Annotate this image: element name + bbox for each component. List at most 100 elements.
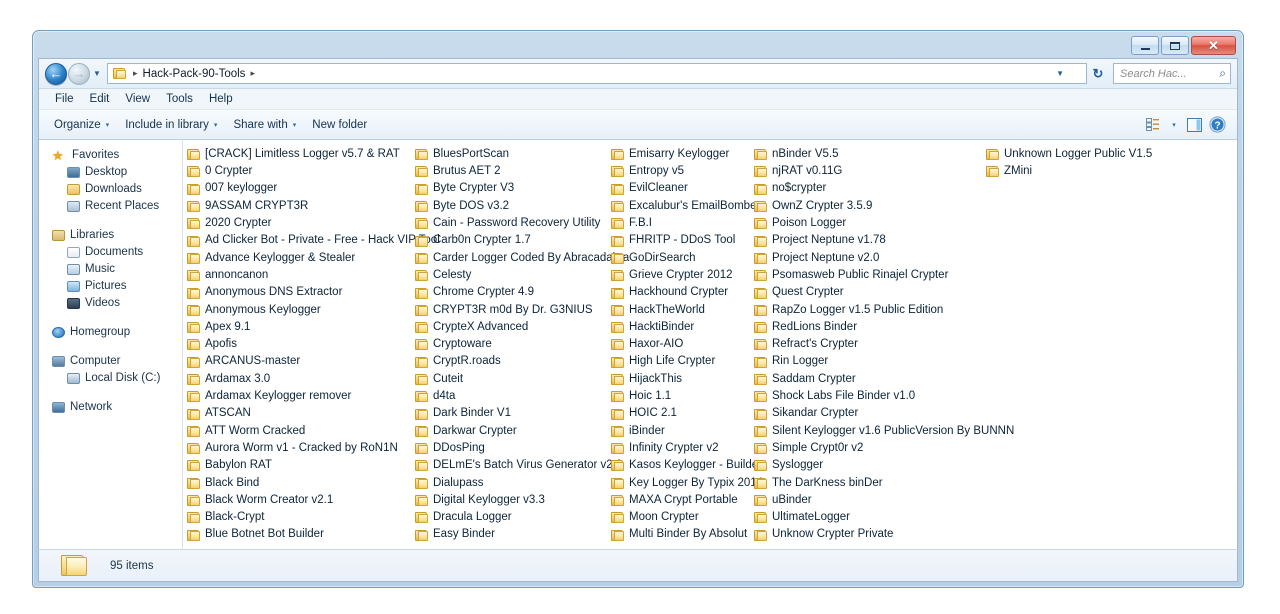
- include-in-library-button[interactable]: Include in library ▾: [118, 116, 224, 134]
- file-list-item[interactable]: nBinder V5.5: [750, 146, 982, 163]
- file-list-item[interactable]: Multi Binder By Absolut: [607, 527, 750, 544]
- search-input[interactable]: Search Hac... ⌕: [1113, 63, 1231, 84]
- file-list-item[interactable]: Anonymous Keylogger: [183, 302, 411, 319]
- file-list-item[interactable]: Aurora Worm v1 - Cracked by RoN1N: [183, 440, 411, 457]
- file-list-item[interactable]: Carder Logger Coded By Abracadabra: [411, 250, 607, 267]
- file-list-item[interactable]: EvilCleaner: [607, 181, 750, 198]
- file-list-item[interactable]: RapZo Logger v1.5 Public Edition: [750, 302, 982, 319]
- new-folder-button[interactable]: New folder: [305, 116, 374, 134]
- sidebar-item-documents[interactable]: Documents: [39, 244, 182, 261]
- file-list-item[interactable]: Unknown Logger Public V1.5: [982, 146, 1182, 163]
- file-list-item[interactable]: Infinity Crypter v2: [607, 440, 750, 457]
- file-list-item[interactable]: Saddam Crypter: [750, 371, 982, 388]
- file-list-item[interactable]: Simple Crypt0r v2: [750, 440, 982, 457]
- file-list-item[interactable]: HackTheWorld: [607, 302, 750, 319]
- sidebar-item-downloads[interactable]: Downloads: [39, 181, 182, 198]
- file-list-item[interactable]: Syslogger: [750, 457, 982, 474]
- file-list-item[interactable]: DELmE's Batch Virus Generator v2.0: [411, 457, 607, 474]
- file-list-item[interactable]: Project Neptune v2.0: [750, 250, 982, 267]
- file-list-item[interactable]: Dracula Logger: [411, 509, 607, 526]
- file-list-item[interactable]: Brutus AET 2: [411, 163, 607, 180]
- file-list-item[interactable]: GoDirSearch: [607, 250, 750, 267]
- file-list-item[interactable]: [CRACK] Limitless Logger v5.7 & RAT: [183, 146, 411, 163]
- file-list-item[interactable]: High Life Crypter: [607, 354, 750, 371]
- sidebar-group-homegroup[interactable]: Homegroup: [39, 324, 182, 341]
- file-list-item[interactable]: HOIC 2.1: [607, 405, 750, 422]
- file-list-item[interactable]: Sikandar Crypter: [750, 405, 982, 422]
- file-list-item[interactable]: DDosPing: [411, 440, 607, 457]
- window-titlebar[interactable]: ✕: [33, 31, 1243, 61]
- minimize-button[interactable]: [1131, 36, 1159, 55]
- file-list-item[interactable]: F.B.I: [607, 215, 750, 232]
- organize-button[interactable]: Organize ▾: [47, 116, 116, 134]
- file-list-item[interactable]: Rin Logger: [750, 354, 982, 371]
- file-list-item[interactable]: RedLions Binder: [750, 319, 982, 336]
- forward-button[interactable]: →: [68, 63, 90, 85]
- file-list-item[interactable]: Byte Crypter V3: [411, 181, 607, 198]
- file-list-item[interactable]: Apofis: [183, 336, 411, 353]
- file-list-item[interactable]: Cuteit: [411, 371, 607, 388]
- sidebar-group-favorites[interactable]: ★ Favorites: [39, 147, 182, 164]
- file-list-item[interactable]: Psomasweb Public Rinajel Crypter: [750, 267, 982, 284]
- file-list-item[interactable]: no$crypter: [750, 181, 982, 198]
- file-list-item[interactable]: Ardamax 3.0: [183, 371, 411, 388]
- file-list-item[interactable]: Digital Keylogger v3.3: [411, 492, 607, 509]
- file-list-item[interactable]: Shock Labs File Binder v1.0: [750, 388, 982, 405]
- refresh-button[interactable]: ↻: [1087, 66, 1109, 82]
- file-list-item[interactable]: Unknow Crypter Private: [750, 527, 982, 544]
- menu-edit[interactable]: Edit: [82, 91, 118, 107]
- file-list-item[interactable]: ATT Worm Cracked: [183, 423, 411, 440]
- sidebar-item-music[interactable]: Music: [39, 261, 182, 278]
- file-list-item[interactable]: Dialupass: [411, 475, 607, 492]
- file-list-item[interactable]: Easy Binder: [411, 527, 607, 544]
- file-list-item[interactable]: Project Neptune v1.78: [750, 232, 982, 249]
- file-list-item[interactable]: Advance Keylogger & Stealer: [183, 250, 411, 267]
- menu-file[interactable]: File: [47, 91, 82, 107]
- menu-tools[interactable]: Tools: [158, 91, 201, 107]
- sidebar-item-desktop[interactable]: Desktop: [39, 164, 182, 181]
- file-list-item[interactable]: CrypteX Advanced: [411, 319, 607, 336]
- menu-help[interactable]: Help: [201, 91, 241, 107]
- file-list-item[interactable]: ARCANUS-master: [183, 354, 411, 371]
- file-list-item[interactable]: HacktiBinder: [607, 319, 750, 336]
- file-list-item[interactable]: Byte DOS v3.2: [411, 198, 607, 215]
- file-list-item[interactable]: Hoic 1.1: [607, 388, 750, 405]
- address-bar[interactable]: ▸ Hack-Pack-90-Tools ▸ ▼: [107, 63, 1087, 84]
- file-list-item[interactable]: ATSCAN: [183, 405, 411, 422]
- file-list-item[interactable]: Cryptoware: [411, 336, 607, 353]
- file-list-item[interactable]: Entropy v5: [607, 163, 750, 180]
- file-list-item[interactable]: BluesPortScan: [411, 146, 607, 163]
- file-list-item[interactable]: Moon Crypter: [607, 509, 750, 526]
- file-list-item[interactable]: Dark Binder V1: [411, 405, 607, 422]
- file-list-item[interactable]: Refract's Crypter: [750, 336, 982, 353]
- back-button[interactable]: ←: [45, 63, 67, 85]
- file-list-item[interactable]: ZMini: [982, 163, 1182, 180]
- file-list-item[interactable]: d4ta: [411, 388, 607, 405]
- sidebar-item-videos[interactable]: Videos: [39, 295, 182, 312]
- file-list-item[interactable]: CRYPT3R m0d By Dr. G3NIUS: [411, 302, 607, 319]
- sidebar-item-pictures[interactable]: Pictures: [39, 278, 182, 295]
- sidebar-item-local-disk[interactable]: Local Disk (C:): [39, 370, 182, 387]
- file-list-item[interactable]: Anonymous DNS Extractor: [183, 284, 411, 301]
- address-dropdown-icon[interactable]: ▼: [1056, 69, 1064, 78]
- recent-locations-button[interactable]: ▼: [90, 69, 104, 78]
- file-list-item[interactable]: MAXA Crypt Portable: [607, 492, 750, 509]
- file-list-item[interactable]: Carb0n Crypter 1.7: [411, 232, 607, 249]
- file-list-item[interactable]: 007 keylogger: [183, 181, 411, 198]
- view-dropdown-button[interactable]: ▾: [1167, 115, 1181, 135]
- file-list-item[interactable]: Black-Crypt: [183, 509, 411, 526]
- help-button[interactable]: ?: [1207, 115, 1227, 135]
- file-list-item[interactable]: Ardamax Keylogger remover: [183, 388, 411, 405]
- file-list-item[interactable]: iBinder: [607, 423, 750, 440]
- file-list-item[interactable]: CryptR.roads: [411, 354, 607, 371]
- file-list-item[interactable]: Poison Logger: [750, 215, 982, 232]
- file-list-item[interactable]: Black Bind: [183, 475, 411, 492]
- file-list-item[interactable]: UltimateLogger: [750, 509, 982, 526]
- file-list-item[interactable]: Chrome Crypter 4.9: [411, 284, 607, 301]
- file-list-item[interactable]: Grieve Crypter 2012: [607, 267, 750, 284]
- sidebar-group-computer[interactable]: Computer: [39, 353, 182, 370]
- file-list-item[interactable]: Silent Keylogger v1.6 PublicVersion By B…: [750, 423, 982, 440]
- close-button[interactable]: ✕: [1191, 36, 1236, 55]
- maximize-button[interactable]: [1161, 36, 1189, 55]
- file-list-item[interactable]: Blue Botnet Bot Builder: [183, 527, 411, 544]
